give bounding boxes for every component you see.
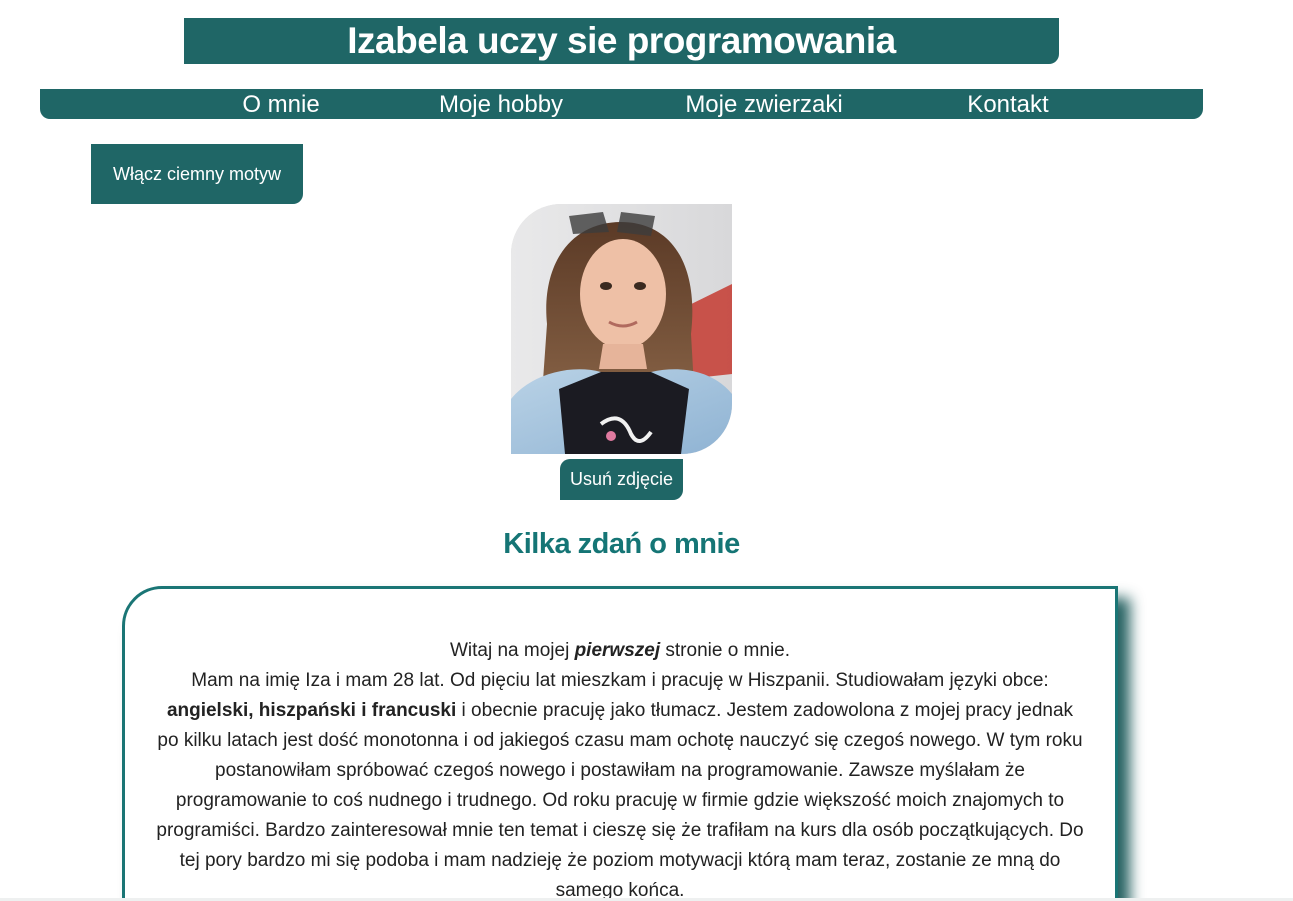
site-header: Izabela uczy sie programowania [184,18,1059,64]
about-heading: Kilka zdań o mnie [503,528,740,560]
nav-link-moje-hobby[interactable]: Moje hobby [439,89,563,119]
site-title: Izabela uczy sie programowania [347,20,896,61]
profile-photo [511,204,732,454]
about-box: Witaj na mojej pierwszej stronie o mnie.… [122,586,1118,901]
nav-link-moje-zwierzaki[interactable]: Moje zwierzaki [685,89,842,119]
about-greeting-after: stronie o mnie. [660,640,791,661]
main-navigation: O mnie Moje hobby Moje zwierzaki Kontakt [40,89,1203,119]
nav-link-kontakt[interactable]: Kontakt [967,89,1048,119]
about-body: i obecnie pracuję jako tłumacz. Jestem z… [156,700,1084,901]
page: Izabela uczy sie programowania O mnie Mo… [0,0,1293,901]
dark-theme-toggle-button[interactable]: Włącz ciemny motyw [91,144,303,204]
remove-photo-button[interactable]: Usuń zdjęcie [560,459,683,500]
about-greeting-before: Witaj na mojej [449,640,575,661]
about-text: Witaj na mojej pierwszej stronie o mnie.… [155,636,1085,901]
about-greeting-emphasis: pierwszej [574,640,661,661]
about-languages: angielski, hiszpański i francuski [166,700,457,721]
about-intro: Mam na imię Iza i mam 28 lat. Od pięciu … [191,670,1049,691]
nav-link-o-mnie[interactable]: O mnie [242,89,319,119]
